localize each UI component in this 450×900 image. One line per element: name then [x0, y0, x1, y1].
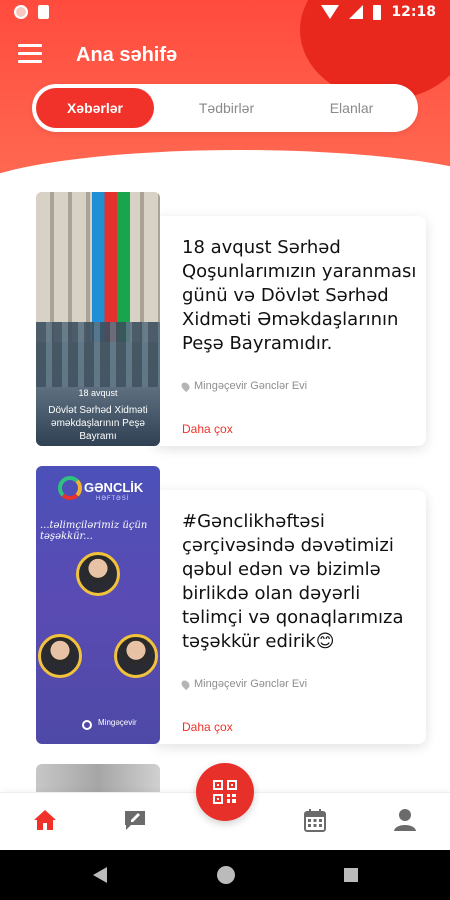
news-image[interactable] [36, 764, 160, 794]
back-icon[interactable] [92, 866, 108, 889]
qr-code-icon [213, 780, 237, 804]
system-nav-bar [0, 850, 450, 900]
page-title: Ana səhifə [76, 44, 178, 66]
battery-icon [373, 4, 382, 20]
news-image[interactable]: GƏNCLİK HƏFTƏSİ ...təlimçilərimiz üçün t… [36, 466, 160, 744]
news-location: Mingəçevir Gənclər Evi [179, 678, 308, 690]
news-location: Mingəçevir Gənclər Evi [179, 380, 308, 392]
genclik-logo-icon [58, 476, 82, 500]
home-icon[interactable] [30, 805, 60, 835]
mingecevir-logo-icon [82, 720, 92, 730]
flag-image [92, 192, 130, 342]
tab-bar: Xəbərlər Tədbirlər Elanlar [32, 84, 418, 132]
image-caption: 18 avqust [78, 388, 118, 398]
sim-card-icon [38, 5, 49, 19]
signal-icon [349, 5, 364, 19]
status-time: 12:18 [391, 4, 436, 20]
calendar-icon[interactable] [300, 805, 330, 835]
wifi-icon [321, 5, 340, 19]
news-title[interactable]: #Gənclikhəftəsi çərçivəsində dəvətimizi … [182, 510, 418, 654]
header-wave [0, 150, 450, 185]
chat-edit-icon[interactable] [120, 805, 150, 835]
location-pin-icon [179, 380, 192, 392]
avatar [76, 552, 120, 596]
notification-dot-icon [14, 5, 28, 19]
read-more-link[interactable]: Daha çox [182, 422, 233, 436]
news-card[interactable]: 18 avqust Dövlət Sərhəd Xidməti əməkdaşl… [36, 192, 426, 448]
avatar [38, 634, 82, 678]
home-system-icon[interactable] [215, 864, 237, 891]
image-caption: Dövlət Sərhəd Xidməti əməkdaşlarının Peş… [48, 405, 148, 442]
read-more-link[interactable]: Daha çox [182, 720, 233, 734]
news-card[interactable]: GƏNCLİK HƏFTƏSİ ...təlimçilərimiz üçün t… [36, 466, 426, 746]
recents-icon[interactable] [343, 867, 359, 888]
news-title[interactable]: 18 avqust Sərhəd Qoşunlarımızın yaranmas… [182, 236, 418, 356]
hamburger-icon[interactable] [18, 44, 42, 64]
location-label: Mingəçevir Gənclər Evi [194, 678, 308, 690]
location-label: Mingəçevir Gənclər Evi [194, 380, 308, 392]
qr-scan-button[interactable] [196, 763, 254, 821]
location-pin-icon [179, 678, 192, 690]
tab-elanlar[interactable]: Elanlar [289, 88, 414, 128]
tab-xeberler[interactable]: Xəbərlər [36, 88, 154, 128]
avatar [114, 634, 158, 678]
profile-icon[interactable] [390, 805, 420, 835]
news-image[interactable]: 18 avqust Dövlət Sərhəd Xidməti əməkdaşl… [36, 192, 160, 446]
tab-tedbirler[interactable]: Tədbirlər [164, 88, 289, 128]
status-bar: 12:18 [0, 0, 450, 24]
